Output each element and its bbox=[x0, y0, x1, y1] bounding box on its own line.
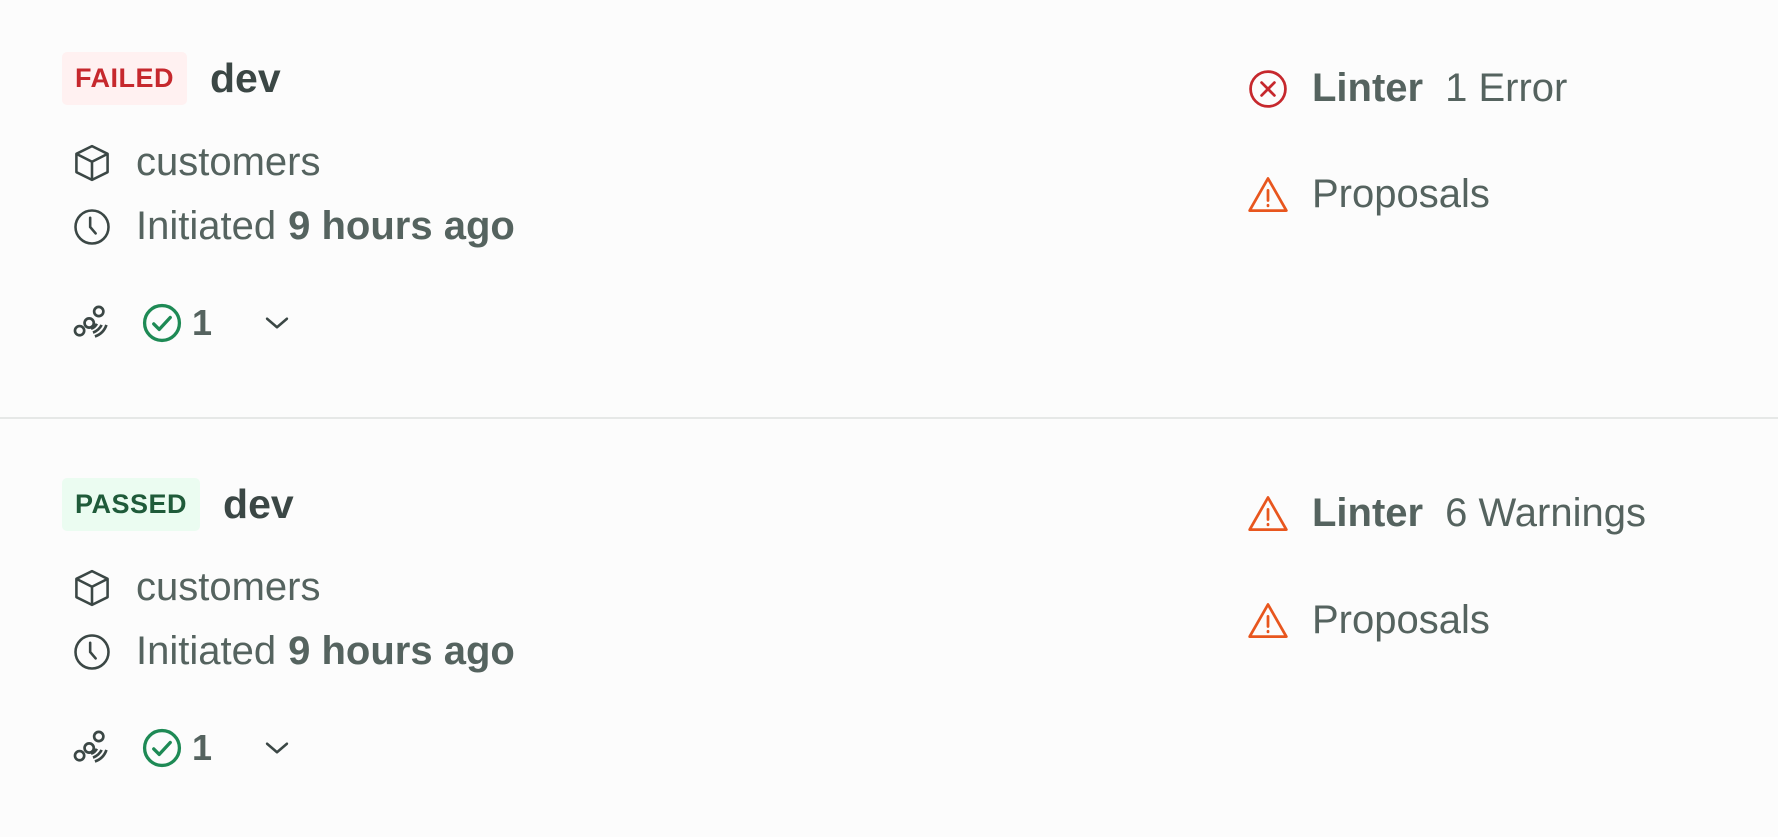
check-proposals[interactable]: Proposals bbox=[1246, 598, 1490, 643]
status-badge: FAILED bbox=[62, 52, 188, 105]
check-label: Linter bbox=[1312, 491, 1424, 535]
error-circle-icon bbox=[1246, 67, 1290, 111]
environment-name[interactable]: dev bbox=[223, 481, 294, 528]
check-label: Proposals bbox=[1312, 598, 1490, 642]
chevron-down-icon[interactable] bbox=[260, 731, 294, 765]
clock-icon bbox=[70, 205, 114, 249]
run-item[interactable]: FAILED dev customers Initiated 9 hours a… bbox=[0, 0, 1778, 418]
check-circle-icon bbox=[140, 301, 184, 345]
passed-checks-count: 1 bbox=[192, 727, 213, 768]
initiated-row: Initiated 9 hours ago bbox=[70, 629, 515, 674]
run-item[interactable]: PASSED dev customers Initiated 9 hours a… bbox=[0, 419, 1778, 837]
resource-row: customers bbox=[70, 140, 321, 185]
initiated-time: 9 hours ago bbox=[288, 204, 515, 248]
actions-row: 1 bbox=[70, 725, 294, 771]
check-linter[interactable]: Linter 1 Error bbox=[1246, 66, 1567, 111]
resource-name[interactable]: customers bbox=[136, 140, 321, 185]
run-header: FAILED dev bbox=[62, 52, 281, 105]
passed-checks-count: 1 bbox=[192, 302, 213, 343]
chevron-down-icon[interactable] bbox=[260, 306, 294, 340]
resource-row: customers bbox=[70, 565, 321, 610]
run-header: PASSED dev bbox=[62, 478, 294, 531]
check-label: Proposals bbox=[1312, 172, 1490, 216]
initiated-row: Initiated 9 hours ago bbox=[70, 204, 515, 249]
check-linter[interactable]: Linter 6 Warnings bbox=[1246, 491, 1646, 536]
environment-name[interactable]: dev bbox=[210, 55, 281, 102]
initiated-label: Initiated bbox=[136, 629, 277, 673]
check-result: 1 Error bbox=[1445, 66, 1568, 110]
cluster-icon bbox=[70, 725, 116, 771]
check-circle-icon bbox=[140, 726, 184, 770]
resource-name[interactable]: customers bbox=[136, 565, 321, 610]
status-badge: PASSED bbox=[62, 478, 201, 531]
cluster-icon bbox=[70, 300, 116, 346]
cube-icon bbox=[70, 566, 114, 610]
clock-icon bbox=[70, 630, 114, 674]
initiated-label: Initiated bbox=[136, 204, 277, 248]
check-label: Linter bbox=[1312, 66, 1424, 110]
actions-row: 1 bbox=[70, 300, 294, 346]
warning-triangle-icon bbox=[1246, 492, 1290, 536]
warning-triangle-icon bbox=[1246, 173, 1290, 217]
cube-icon bbox=[70, 141, 114, 185]
warning-triangle-icon bbox=[1246, 599, 1290, 643]
check-result: 6 Warnings bbox=[1445, 491, 1646, 535]
initiated-time: 9 hours ago bbox=[288, 629, 515, 673]
check-proposals[interactable]: Proposals bbox=[1246, 172, 1490, 217]
